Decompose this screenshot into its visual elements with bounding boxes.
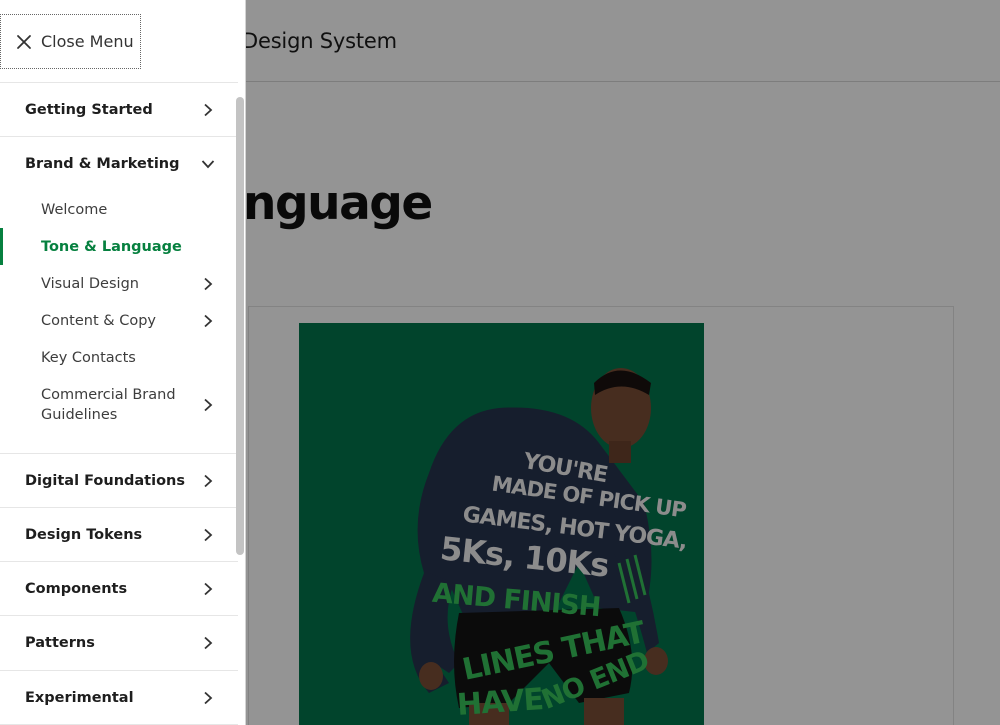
menu-item-components[interactable]: Components: [0, 562, 238, 616]
submenu-item-visual-design[interactable]: Visual Design: [0, 265, 238, 302]
chevron-right-icon: [204, 474, 213, 487]
chevron-right-icon: [204, 636, 213, 650]
menu-scrollbar[interactable]: [236, 97, 244, 555]
menu-item-label: Experimental: [25, 689, 134, 706]
menu-group-brand-marketing: Brand & Marketing Welcome Tone & Languag…: [0, 137, 238, 454]
close-menu-button[interactable]: Close Menu: [0, 14, 141, 69]
submenu-item-commercial-brand-guidelines[interactable]: Commercial Brand Guidelines: [0, 376, 238, 433]
submenu-item-content-copy[interactable]: Content & Copy: [0, 302, 238, 339]
chevron-right-icon: [204, 398, 213, 411]
menu-item-digital-foundations[interactable]: Digital Foundations: [0, 454, 238, 508]
menu-item-label: Digital Foundations: [25, 472, 185, 489]
menu-item-getting-started[interactable]: Getting Started: [0, 83, 238, 137]
submenu-item-key-contacts[interactable]: Key Contacts: [0, 339, 238, 376]
submenu-item-welcome[interactable]: Welcome: [0, 191, 238, 228]
menu-item-design-tokens[interactable]: Design Tokens: [0, 508, 238, 562]
chevron-right-icon: [204, 314, 213, 327]
chevron-right-icon: [204, 277, 213, 290]
close-icon: [17, 34, 31, 49]
submenu-item-tone-language[interactable]: Tone & Language: [0, 228, 238, 265]
menu-item-experimental[interactable]: Experimental: [0, 671, 238, 725]
chevron-right-icon: [204, 691, 213, 704]
chevron-right-icon: [204, 582, 213, 595]
side-menu: Close Menu Getting Started Brand & Marke…: [0, 0, 246, 725]
submenu-item-label: Commercial Brand Guidelines: [41, 386, 176, 423]
menu-item-label: Getting Started: [25, 101, 153, 118]
submenu-spacer: [0, 433, 238, 453]
menu-list: Getting Started Brand & Marketing Welcom…: [0, 82, 238, 725]
chevron-right-icon: [204, 528, 213, 541]
menu-item-label: Design Tokens: [25, 526, 143, 543]
menu-item-label: Brand & Marketing: [25, 156, 180, 172]
submenu-item-label: Content & Copy: [41, 312, 156, 329]
menu-item-brand-marketing[interactable]: Brand & Marketing: [0, 137, 238, 191]
menu-item-patterns[interactable]: Patterns: [0, 616, 238, 671]
submenu-item-label: Tone & Language: [41, 238, 182, 255]
submenu-item-label: Key Contacts: [41, 349, 136, 366]
menu-item-label: Components: [25, 580, 128, 597]
chevron-right-icon: [204, 103, 213, 116]
close-menu-label: Close Menu: [41, 32, 134, 51]
submenu-item-label: Visual Design: [41, 275, 139, 292]
menu-item-label: Patterns: [25, 635, 95, 651]
submenu-item-label: Welcome: [41, 201, 108, 218]
chevron-down-icon: [201, 160, 215, 169]
